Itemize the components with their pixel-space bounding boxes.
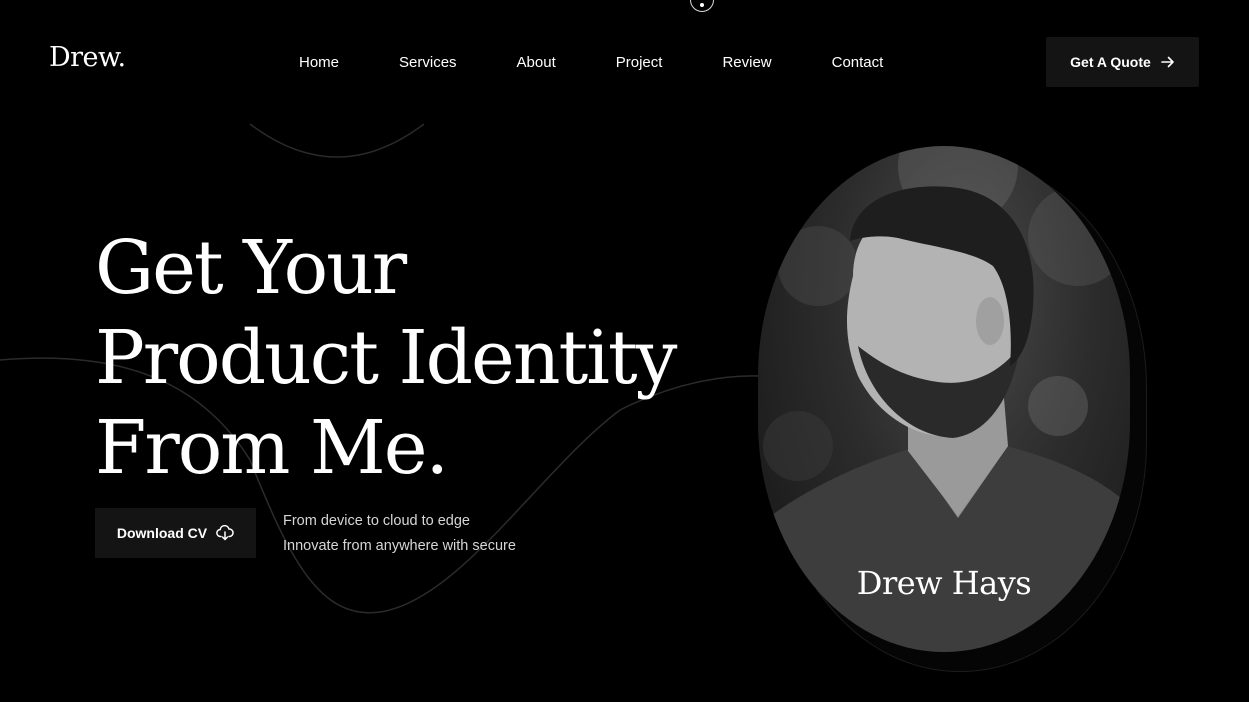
nav-item-about[interactable]: About	[517, 54, 556, 71]
nav-item-review[interactable]: Review	[722, 54, 771, 71]
nav-item-contact[interactable]: Contact	[832, 54, 884, 71]
scroll-indicator-icon[interactable]	[690, 0, 714, 12]
logo[interactable]: Drew.	[49, 42, 126, 73]
quote-button-label: Get A Quote	[1070, 54, 1151, 70]
tagline-line-2: Innovate from anywhere with secure	[283, 538, 516, 554]
main-nav: Home Services About Project Review Conta…	[299, 54, 943, 71]
cloud-download-icon	[216, 525, 234, 541]
headline-line-3: From Me.	[95, 405, 449, 491]
headline-line-1: Get Your	[95, 225, 407, 311]
portrait-photo: Drew Hays	[758, 146, 1130, 652]
hero-tagline: From device to cloud to edge Innovate fr…	[283, 509, 516, 559]
download-cv-label: Download CV	[116, 525, 208, 541]
nav-item-services[interactable]: Services	[399, 54, 457, 71]
download-cv-button[interactable]: Download CV	[95, 508, 256, 558]
headline-line-2: Product Identity	[95, 315, 677, 401]
get-a-quote-button[interactable]: Get A Quote	[1046, 37, 1199, 87]
portrait-name: Drew Hays	[856, 564, 1032, 602]
nav-item-project[interactable]: Project	[616, 54, 663, 71]
nav-item-home[interactable]: Home	[299, 54, 339, 71]
tagline-line-1: From device to cloud to edge	[283, 513, 470, 529]
arrow-right-icon	[1161, 56, 1174, 68]
hero-headline: Get Your Product Identity From Me.	[95, 223, 677, 493]
